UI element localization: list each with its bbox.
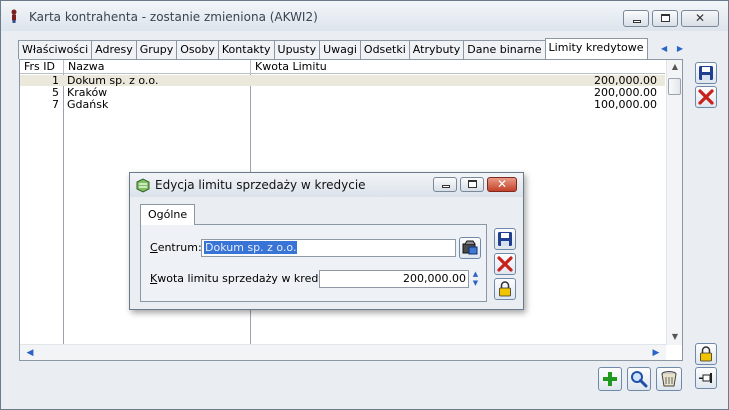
centrum-field[interactable]: Dokum sp. z o.o.: [201, 239, 456, 257]
dialog-lock-button[interactable]: [494, 278, 516, 300]
kwota-stepper[interactable]: ▲ ▼: [470, 270, 481, 288]
search-button[interactable]: [627, 367, 651, 391]
pin-button[interactable]: [695, 367, 717, 389]
scrollbar-thumb[interactable]: [668, 78, 681, 95]
centrum-value: Dokum sp. z o.o.: [204, 241, 298, 254]
row-amount: 200,000.00: [594, 74, 657, 87]
column-header-nazwa[interactable]: Nazwa: [64, 60, 251, 74]
column-header-kwota-limitu[interactable]: Kwota Limitu: [251, 60, 665, 74]
kwota-label: Kwota limitu sprzedaży w kredycie:: [150, 272, 345, 285]
tab-upusty[interactable]: Upusty: [273, 40, 321, 59]
dialog-maximize-button[interactable]: [460, 177, 484, 192]
tab-limity-kredytowe[interactable]: Limity kredytowe: [544, 38, 648, 59]
dialog-save-button[interactable]: [494, 228, 516, 250]
row-frs-id: 7: [52, 98, 59, 111]
dialog-app-icon: [136, 178, 150, 193]
tab-kontakty[interactable]: Kontakty: [217, 40, 275, 59]
tab-wlasciwosci[interactable]: Właściwości: [18, 40, 93, 59]
lock-icon: [499, 281, 511, 297]
tab-grupy[interactable]: Grupy: [135, 40, 178, 59]
scroll-left-icon[interactable]: ◀: [22, 345, 38, 360]
cancel-button[interactable]: [695, 86, 717, 108]
dialog-titlebar[interactable]: Edycja limitu sprzedaży w kredycie ✕: [130, 173, 523, 197]
maximize-icon: [661, 14, 670, 22]
trash-icon: [661, 371, 677, 387]
lock-button[interactable]: [695, 343, 717, 365]
table-row[interactable]: 7 Gdańsk 100,000.00: [20, 99, 665, 110]
dialog-minimize-button[interactable]: [433, 177, 457, 192]
magnifier-icon: [631, 371, 648, 388]
cancel-icon: [497, 256, 513, 272]
save-icon: [498, 232, 512, 246]
dialog-title: Edycja limitu sprzedaży w kredycie: [155, 178, 366, 192]
vertical-scrollbar[interactable]: ▲ ▼: [666, 60, 682, 345]
window-title: Karta kontrahenta - zostanie zmieniona (…: [29, 10, 318, 24]
tab-scroll-right-icon[interactable]: ▶: [677, 42, 683, 55]
add-icon: [603, 372, 617, 386]
window-titlebar[interactable]: Karta kontrahenta - zostanie zmieniona (…: [1, 1, 728, 31]
row-name: Gdańsk: [67, 98, 109, 111]
maximize-icon: [468, 180, 477, 188]
scrollbar-track[interactable]: [38, 347, 646, 359]
table-row[interactable]: 1 Dokum sp. z o.o. 200,000.00: [20, 75, 665, 86]
credit-limit-edit-dialog: Edycja limitu sprzedaży w kredycie ✕ Ogó…: [129, 172, 524, 310]
row-frs-id: 5: [52, 86, 59, 99]
maximize-button[interactable]: [652, 10, 678, 27]
kwota-field[interactable]: 200,000.00: [319, 270, 469, 288]
row-name: Dokum sp. z o.o.: [67, 74, 159, 87]
figure-icon: [11, 9, 17, 23]
row-amount: 100,000.00: [594, 98, 657, 111]
table-row[interactable]: 5 Kraków 200,000.00: [20, 87, 665, 98]
tab-dane-binarne[interactable]: Dane binarne: [463, 40, 546, 59]
pin-icon: [699, 373, 712, 383]
save-icon: [699, 66, 713, 80]
row-name: Kraków: [67, 86, 108, 99]
stepper-up-icon[interactable]: ▲: [470, 270, 481, 279]
tab-scroll: ◀ ▶: [661, 42, 683, 55]
row-frs-id: 1: [52, 74, 59, 87]
minimize-icon: [633, 20, 641, 23]
centrum-label: Centrum:: [150, 241, 202, 254]
minimize-button[interactable]: [623, 10, 649, 27]
tab-atrybuty[interactable]: Atrybuty: [408, 40, 465, 59]
add-button[interactable]: [598, 367, 622, 391]
column-divider: [63, 74, 64, 344]
stepper-down-icon[interactable]: ▼: [470, 279, 481, 288]
dialog-panel: Centrum: Dokum sp. z o.o. Kwota limitu s…: [140, 224, 487, 302]
dialog-cancel-button[interactable]: [494, 253, 516, 275]
scroll-down-icon[interactable]: ▼: [667, 332, 682, 341]
close-icon: ✕: [496, 177, 508, 191]
tab-ogolne[interactable]: Ogólne: [140, 204, 196, 225]
scroll-right-icon[interactable]: ▶: [648, 345, 664, 360]
tab-uwagi[interactable]: Uwagi: [319, 40, 361, 59]
centrum-picker-button[interactable]: [459, 237, 481, 259]
dialog-close-button[interactable]: ✕: [487, 177, 517, 192]
tab-scroll-left-icon[interactable]: ◀: [661, 42, 667, 55]
cancel-icon: [698, 89, 714, 105]
grid-header: Frs ID Nazwa Kwota Limitu: [20, 60, 665, 74]
save-button[interactable]: [695, 62, 717, 84]
tab-osoby[interactable]: Osoby: [176, 40, 219, 59]
tab-adresy[interactable]: Adresy: [91, 40, 137, 59]
horizontal-scrollbar[interactable]: ◀ ▶: [20, 344, 666, 360]
card-picker-icon: [462, 240, 478, 255]
tab-strip: Właściwości Adresy Grupy Osoby Kontakty …: [18, 38, 648, 59]
close-icon: ✕: [694, 11, 706, 25]
row-amount: 200,000.00: [594, 86, 657, 99]
minimize-icon: [442, 185, 450, 188]
delete-button[interactable]: [656, 367, 682, 391]
lock-icon: [700, 346, 712, 362]
tab-odsetki[interactable]: Odsetki: [359, 40, 410, 59]
close-button[interactable]: ✕: [681, 10, 719, 27]
scroll-up-icon[interactable]: ▲: [667, 62, 682, 71]
column-header-frs-id[interactable]: Frs ID: [20, 60, 64, 74]
